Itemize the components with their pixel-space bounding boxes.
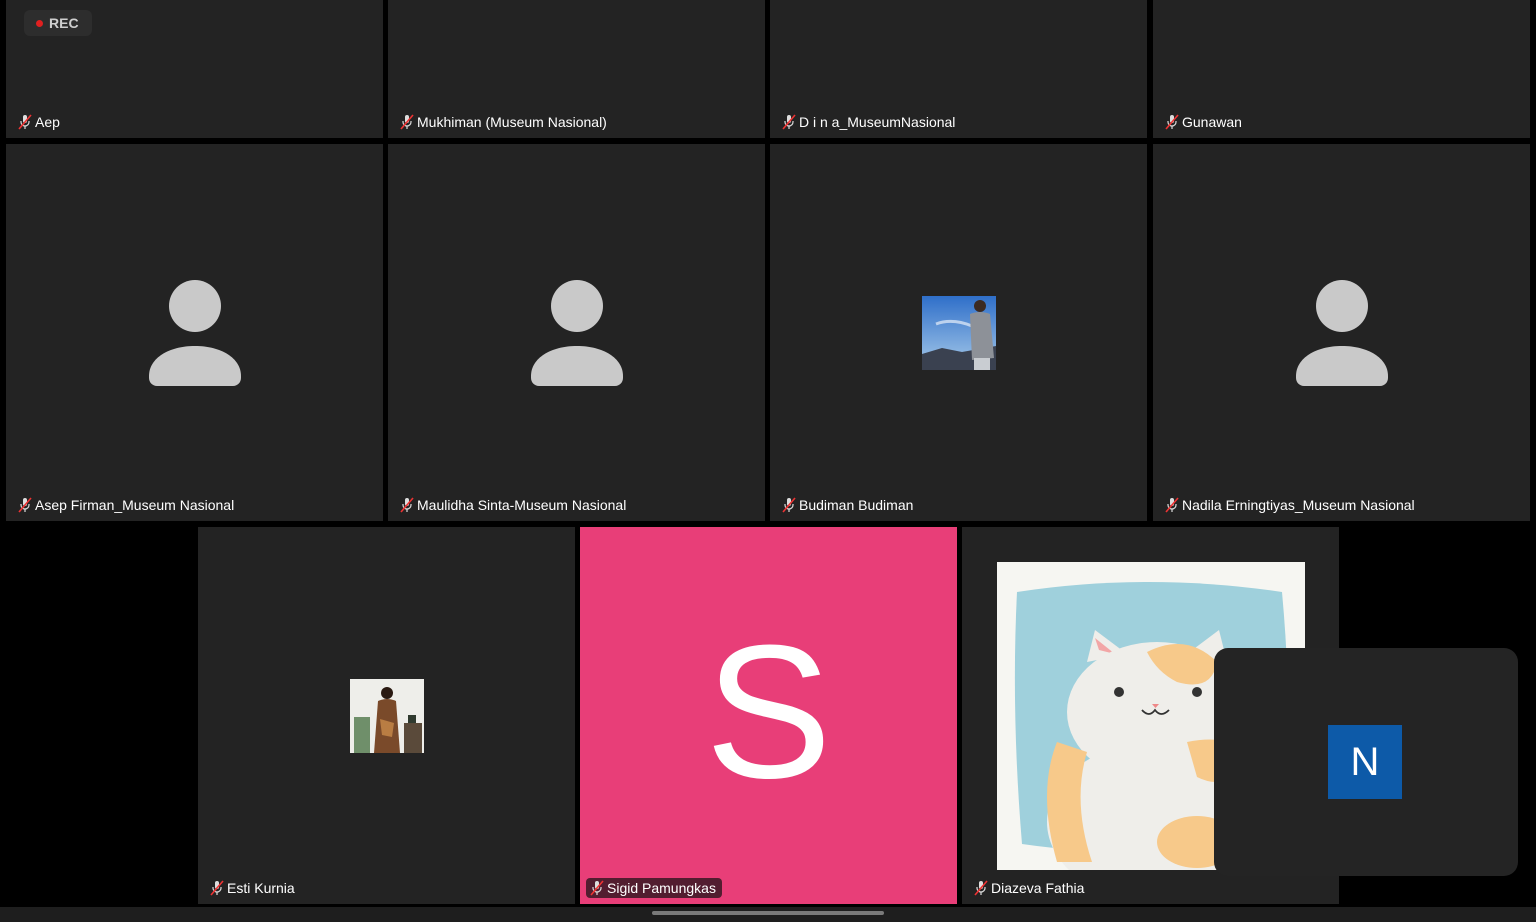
participant-name: Esti Kurnia (227, 880, 295, 896)
participant-tile-aep[interactable]: REC Aep (6, 0, 383, 138)
participant-name-tag: Esti Kurnia (206, 878, 301, 898)
participant-tile-maulidha[interactable]: Maulidha Sinta-Museum Nasional (388, 144, 765, 521)
participant-tile-budiman[interactable]: Budiman Budiman (770, 144, 1147, 521)
participant-name: Nadila Erningtiyas_Museum Nasional (1182, 497, 1415, 513)
mic-muted-icon (18, 497, 32, 513)
participant-name: Mukhiman (Museum Nasional) (417, 114, 607, 130)
mic-muted-icon (400, 497, 414, 513)
profile-photo (921, 295, 996, 370)
participant-name-tag: Diazeva Fathia (970, 878, 1090, 898)
recording-dot-icon (36, 19, 43, 27)
self-avatar-initial: N (1328, 725, 1402, 799)
participant-tile-mukhiman[interactable]: Mukhiman (Museum Nasional) (388, 0, 765, 138)
participant-tile-nadila[interactable]: Nadila Erningtiyas_Museum Nasional (1153, 144, 1530, 521)
mic-muted-icon (782, 114, 796, 130)
recording-label: REC (49, 15, 79, 31)
participant-name-tag: Budiman Budiman (778, 495, 919, 515)
mic-muted-icon (400, 114, 414, 130)
participant-tile-gunawan[interactable]: Gunawan (1153, 0, 1530, 138)
participant-tile-asep-firman[interactable]: Asep Firman_Museum Nasional (6, 144, 383, 521)
participant-name-tag: Maulidha Sinta-Museum Nasional (396, 495, 632, 515)
participant-name-tag: Mukhiman (Museum Nasional) (396, 112, 613, 132)
home-indicator[interactable] (652, 911, 884, 915)
mic-muted-icon (1165, 497, 1179, 513)
participant-name-tag: Sigid Pamungkas (586, 878, 722, 898)
person-silhouette-icon (530, 279, 623, 386)
mic-muted-icon (210, 880, 224, 896)
participant-name: Maulidha Sinta-Museum Nasional (417, 497, 627, 513)
mic-muted-icon (590, 880, 604, 896)
participant-name: Budiman Budiman (799, 497, 914, 513)
participant-name: Gunawan (1182, 114, 1242, 130)
participant-name-tag: Nadila Erningtiyas_Museum Nasional (1161, 495, 1421, 515)
mic-muted-icon (974, 880, 988, 896)
participant-name: Aep (35, 114, 60, 130)
participant-tile-dina[interactable]: D i n a_MuseumNasional (770, 0, 1147, 138)
participant-name-tag: Aep (14, 112, 66, 132)
person-silhouette-icon (1295, 279, 1388, 386)
participant-tile-esti[interactable]: Esti Kurnia (198, 527, 575, 904)
participant-name: Diazeva Fathia (991, 880, 1085, 896)
mic-muted-icon (1165, 114, 1179, 130)
participant-name-tag: Gunawan (1161, 112, 1248, 132)
participant-name: D i n a_MuseumNasional (799, 114, 956, 130)
participant-name-tag: D i n a_MuseumNasional (778, 112, 961, 132)
person-silhouette-icon (148, 279, 241, 386)
participant-name: Sigid Pamungkas (607, 880, 716, 896)
recording-badge: REC (24, 10, 92, 36)
participant-name-tag: Asep Firman_Museum Nasional (14, 495, 240, 515)
mic-muted-icon (18, 114, 32, 130)
profile-photo (349, 678, 424, 753)
self-view-tile[interactable]: N (1214, 648, 1518, 876)
avatar-initial: S (705, 605, 832, 818)
bottom-bar (0, 907, 1536, 922)
mic-muted-icon (782, 497, 796, 513)
participant-tile-sigid[interactable]: S Sigid Pamungkas (580, 527, 957, 904)
participant-name: Asep Firman_Museum Nasional (35, 497, 235, 513)
